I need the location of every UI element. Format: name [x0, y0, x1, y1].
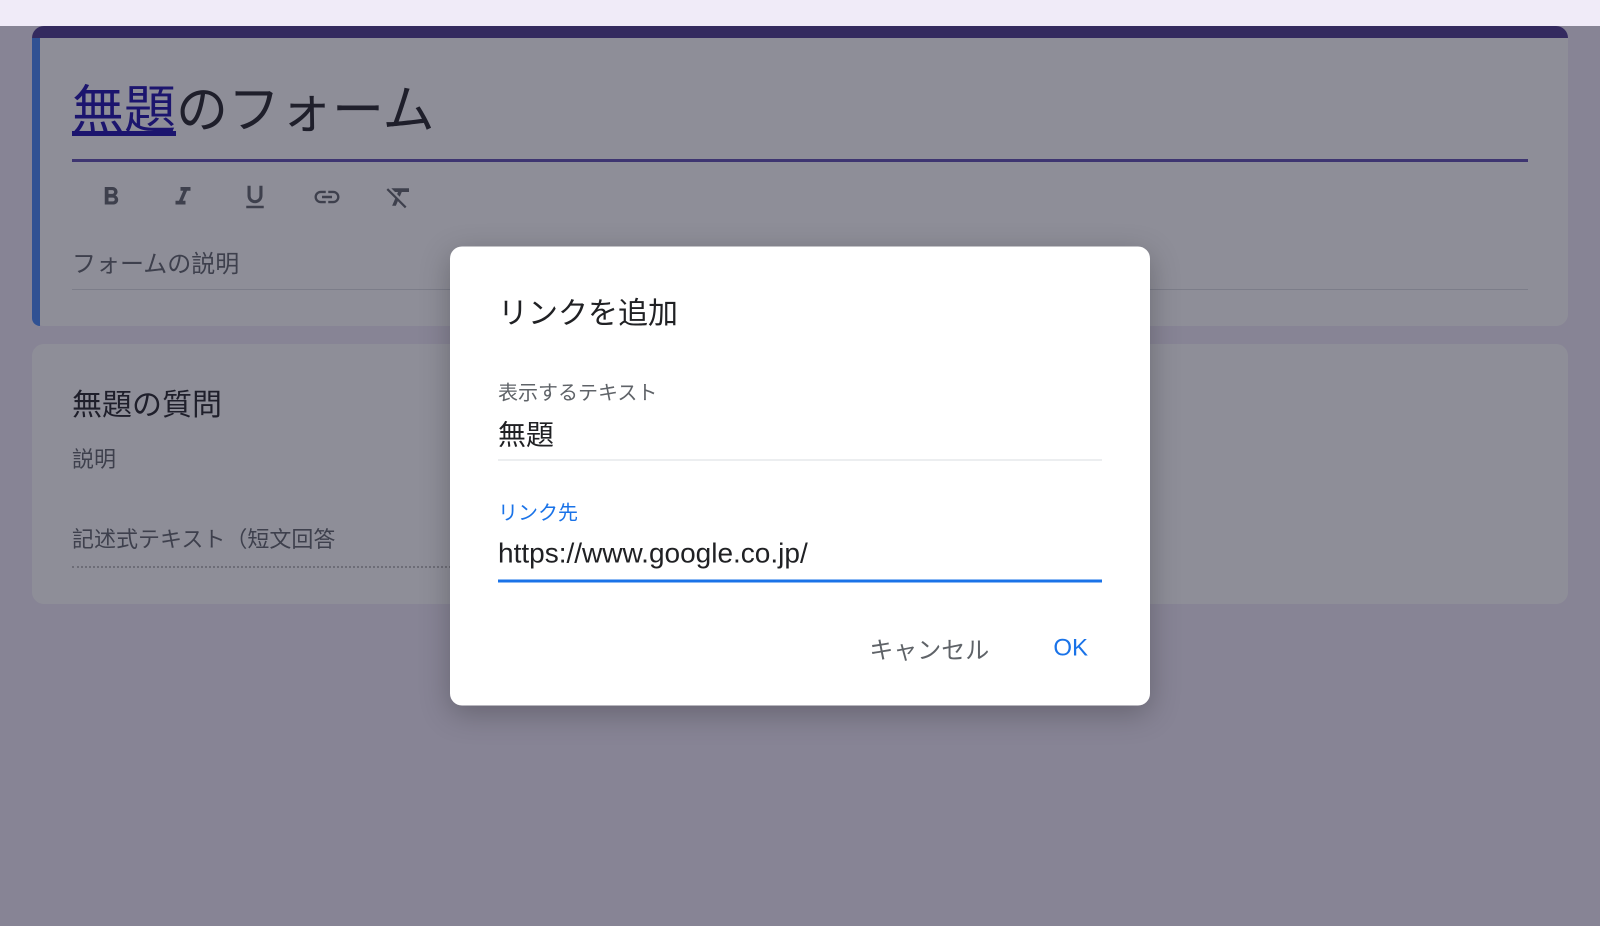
- display-text-input[interactable]: [498, 418, 1102, 461]
- cancel-button[interactable]: キャンセル: [855, 623, 1003, 674]
- url-label: リンク先: [498, 497, 1102, 526]
- url-field-group: リンク先: [498, 497, 1102, 583]
- dialog-actions: キャンセル OK: [498, 623, 1102, 674]
- url-input[interactable]: [498, 538, 1102, 583]
- ok-button[interactable]: OK: [1039, 626, 1102, 670]
- dialog-title: リンクを追加: [498, 289, 1102, 333]
- display-text-field-group: 表示するテキスト: [498, 377, 1102, 461]
- display-text-label: 表示するテキスト: [498, 377, 1102, 406]
- add-link-dialog: リンクを追加 表示するテキスト リンク先 キャンセル OK: [450, 247, 1150, 706]
